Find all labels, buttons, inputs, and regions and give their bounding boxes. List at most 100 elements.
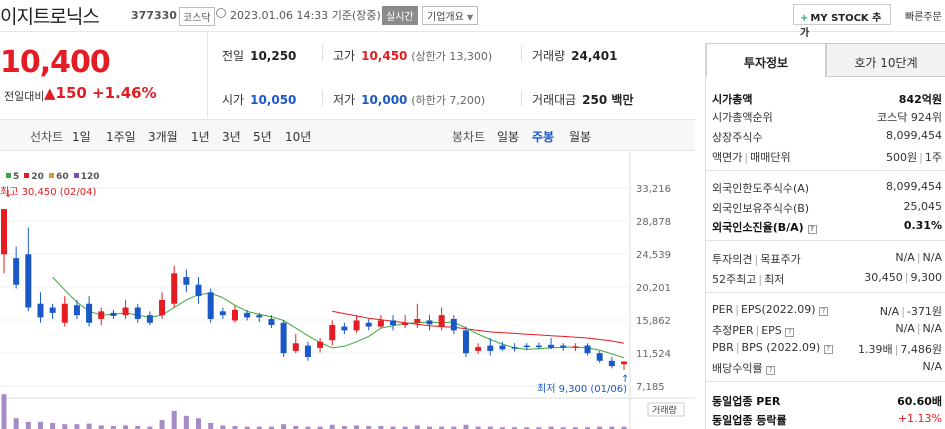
company-overview-dropdown[interactable]: 기업개요 ▼ [422,6,479,25]
candle-body [572,346,579,348]
volume-bar [329,424,335,429]
up-arrow-icon: ↑ [621,374,629,385]
realtime-button[interactable]: 실시간 [382,6,418,25]
candle-body [256,315,263,318]
help-icon[interactable]: ? [785,328,795,337]
candle-body [13,258,20,285]
candle-daily[interactable]: 일봉 [497,128,519,145]
divider [706,240,945,241]
candle-body [146,315,153,323]
candle-body [244,312,251,318]
help-icon[interactable]: ? [823,345,833,354]
clock-icon [216,8,226,18]
period-5y[interactable]: 5년 [253,128,272,145]
volume-bar [220,425,226,429]
candle-body [426,320,433,325]
price-change-pct: +1.46% [92,84,157,102]
candle-body [523,345,530,348]
candle-weekly[interactable]: 주봉 [532,128,554,145]
volume-bar [25,421,31,429]
candle-body [37,303,44,318]
prev-close: 전일 10,250 [222,49,297,63]
tab-order-book[interactable]: 호가 10단계 [826,43,945,77]
candle-body [414,318,421,323]
volume-bar [281,424,287,429]
candle-body [61,303,68,323]
volume-label: 거래량 [652,404,677,416]
fast-order-link[interactable]: 빠른주문 [905,8,942,23]
divider [521,45,522,61]
volume-bar [414,425,420,429]
change-label: 전일대비 [4,90,45,103]
volume-bar [50,423,56,429]
candle-body [195,284,202,297]
divider [322,45,323,61]
market-badge: 코스닥 [179,7,215,26]
volume-bar [354,425,360,429]
stock-name: 이지트로닉스 [0,6,100,28]
period-3m[interactable]: 3개월 [148,128,178,145]
period-10y[interactable]: 10년 [285,128,311,145]
period-1y[interactable]: 1년 [191,128,210,145]
candle-body [110,312,117,316]
candle-body [548,344,555,348]
y-tick-label: 24,539 [636,250,671,261]
y-tick-label: 20,201 [636,283,671,294]
candle-body [341,326,348,331]
volume-bar [171,411,177,429]
help-icon[interactable]: ? [766,366,776,375]
day-high: 고가 10,450 (상한가 13,300) [333,49,493,63]
candle-body [159,299,166,316]
candle-body [608,360,615,367]
period-1w[interactable]: 1주일 [106,128,136,145]
divider [706,170,945,171]
volume-bar [74,424,80,429]
candle-body [596,353,603,361]
candle-body [402,322,409,326]
day-low: 저가 10,000 (하한가 7,200) [333,93,486,107]
divider [706,292,945,293]
candle-body [219,311,226,316]
divider [322,90,323,106]
candle-body [25,254,32,308]
down-arrow-icon: ↓ [4,189,12,200]
candle-body [1,209,7,255]
tab-invest-info[interactable]: 투자정보 [706,43,826,77]
divider [207,32,208,118]
open-price: 시가 10,050 [222,93,297,107]
plus-icon: + [800,13,809,24]
y-tick-label: 28,878 [636,217,671,228]
candle-body [329,325,336,341]
volume-bar [86,423,92,429]
candle-body [450,318,457,331]
help-icon[interactable]: ? [819,307,829,316]
candle-body [317,341,324,348]
ma20-line [332,310,625,344]
candle-body [231,309,238,321]
stock-header: 이지트로닉스 377330 코스닥 2023.01.06 14:33 기준(장중… [0,0,945,39]
volume: 거래량 24,401 [532,49,618,63]
low-annotation: 최저 9,300 (01/06) [537,383,627,395]
volume-bar [1,394,7,429]
period-1d[interactable]: 1일 [72,128,91,145]
trade-amount: 거래대금 250 백만 [532,93,634,107]
quote-datetime: 2023.01.06 14:33 기준(장중) [230,9,381,22]
candle-monthly[interactable]: 월봉 [569,128,591,145]
volume-bar [183,415,189,429]
candle-body [122,307,129,316]
my-stock-add-button[interactable]: + MY STOCK 추가 [793,4,891,39]
candle-body [98,311,105,319]
volume-bar [37,421,43,429]
volume-bar [208,423,214,429]
weekly-candle-chart[interactable]: 33,216 28,878 24,539 20,201 15,862 11,524 7,18… [0,152,695,429]
candle-body [499,345,506,350]
candle-body [207,292,214,319]
period-3y[interactable]: 3년 [222,128,241,145]
candle-body [171,273,178,304]
candle-body [438,315,445,327]
current-price: 10,400 [0,45,111,80]
volume-bar [159,420,165,429]
help-icon[interactable]: ? [807,225,817,234]
price-change: ▲150 [44,84,87,102]
candle-body [511,347,518,349]
